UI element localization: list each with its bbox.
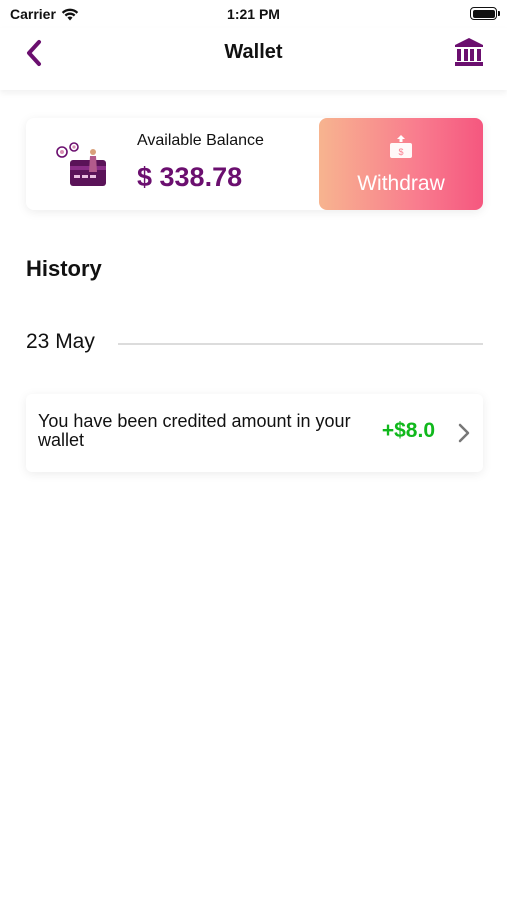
withdraw-money-icon: $ bbox=[390, 135, 412, 158]
date-label: 23 May bbox=[26, 330, 95, 353]
transaction-amount: +$8.0 bbox=[381, 419, 435, 442]
withdraw-button[interactable]: $ Withdraw bbox=[319, 118, 483, 210]
available-balance-label: Available Balance bbox=[137, 132, 264, 149]
transaction-row[interactable]: You have been credited amount in your wa… bbox=[26, 394, 483, 472]
bank-button[interactable] bbox=[453, 36, 485, 68]
date-separator: 23 May bbox=[26, 330, 483, 358]
divider bbox=[118, 343, 483, 345]
history-heading: History bbox=[26, 256, 102, 281]
chevron-right-icon bbox=[458, 423, 470, 443]
status-time: 1:21 PM bbox=[227, 6, 280, 22]
bank-icon bbox=[455, 38, 483, 66]
balance-card: Available Balance $ 338.78 $ Withdraw bbox=[26, 118, 483, 210]
transaction-description: You have been credited amount in your wa… bbox=[38, 411, 351, 450]
withdraw-label: Withdraw bbox=[357, 172, 445, 195]
available-balance-amount: $ 338.78 bbox=[137, 162, 243, 192]
nav-bar: Wallet bbox=[0, 28, 507, 90]
status-bar: Carrier 1:21 PM bbox=[0, 0, 507, 28]
page-title: Wallet bbox=[224, 41, 283, 63]
svg-text:$: $ bbox=[398, 147, 403, 157]
wallet-illustration-icon bbox=[56, 142, 106, 186]
battery-icon bbox=[470, 7, 500, 20]
